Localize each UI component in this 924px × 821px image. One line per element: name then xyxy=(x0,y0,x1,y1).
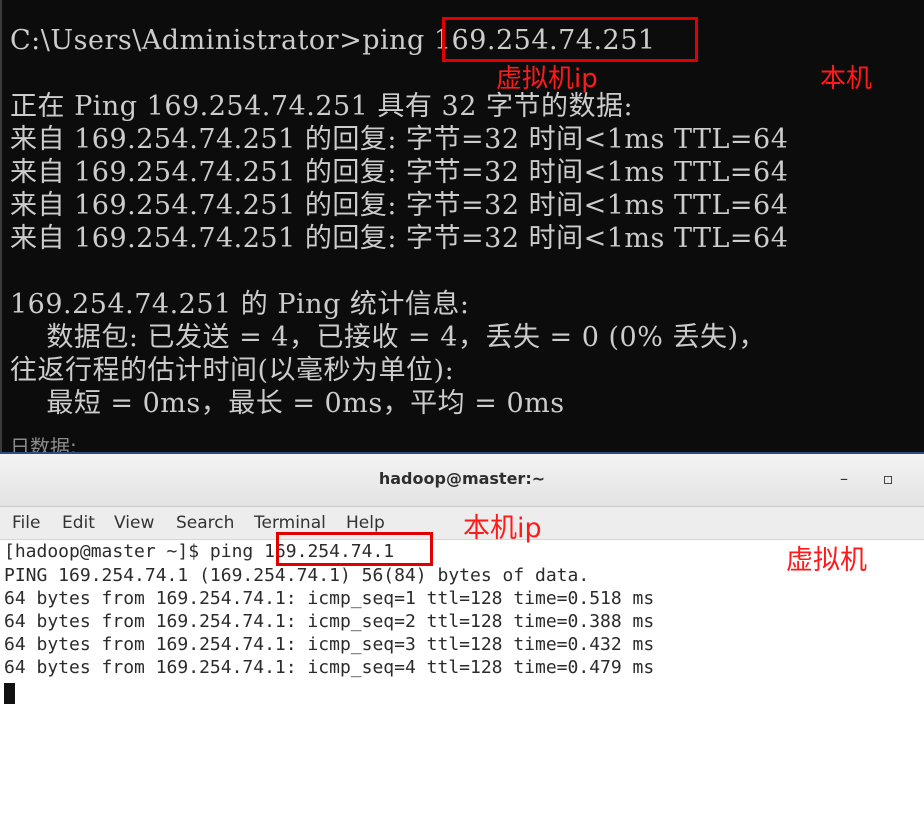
cmd-output-line: 来自 169.254.74.251 的回复: 字节=32 时间<1ms TTL=… xyxy=(10,124,789,155)
terminal-output-line: PING 169.254.74.1 (169.254.74.1) 56(84) … xyxy=(4,565,590,586)
cmd-output-line: 最短 = 0ms，最长 = 0ms，平均 = 0ms xyxy=(10,388,565,419)
annotation-vm-ip: 虚拟机ip xyxy=(496,64,598,94)
terminal-cursor xyxy=(4,683,15,704)
terminal-output-line: 64 bytes from 169.254.74.1: icmp_seq=2 t… xyxy=(4,611,655,632)
menu-edit[interactable]: Edit xyxy=(62,513,95,533)
cmd-prompt: C:\Users\Administrator>ping xyxy=(10,25,434,56)
cmd-output-line: 169.254.74.251 的 Ping 统计信息: xyxy=(10,289,470,320)
terminal-prompt: [hadoop@master ~]$ ping xyxy=(4,541,265,562)
menubar: File Edit View Search Terminal Help xyxy=(0,507,924,540)
annotation-vm: 虚拟机 xyxy=(786,545,867,576)
window-title: hadoop@master:~ xyxy=(378,469,546,488)
cmd-output-line: 往返行程的估计时间(以毫秒为单位): xyxy=(10,355,455,386)
menu-terminal[interactable]: Terminal xyxy=(254,513,326,533)
annotation-host: 本机 xyxy=(820,64,873,94)
menu-file[interactable]: File xyxy=(12,513,40,533)
terminal-output-line: 64 bytes from 169.254.74.1: icmp_seq=4 t… xyxy=(4,657,655,678)
maximize-icon[interactable]: ▫ xyxy=(877,468,899,490)
linux-terminal-window[interactable]: hadoop@master:~ – ▫ File Edit View Searc… xyxy=(0,452,924,821)
annotation-host-ip: 本机ip xyxy=(463,513,542,544)
terminal-titlebar[interactable]: hadoop@master:~ – ▫ xyxy=(0,454,924,507)
cmd-output-line: 来自 169.254.74.251 的回复: 字节=32 时间<1ms TTL=… xyxy=(10,157,789,188)
menu-search[interactable]: Search xyxy=(176,513,234,533)
window-edge xyxy=(0,0,2,458)
highlight-box-host-ip xyxy=(276,532,433,566)
terminal-output-line: 64 bytes from 169.254.74.1: icmp_seq=1 t… xyxy=(4,588,655,609)
cmd-output-line: 数据包: 已发送 = 4，已接收 = 4，丢失 = 0 (0% 丢失)， xyxy=(10,322,766,353)
highlight-box-vm-ip xyxy=(442,17,698,62)
windows-cmd-window[interactable]: C:\Users\Administrator>ping 169.254.74.2… xyxy=(0,0,924,458)
menu-view[interactable]: View xyxy=(114,513,154,533)
menu-help[interactable]: Help xyxy=(346,513,385,533)
minimize-icon[interactable]: – xyxy=(833,468,855,490)
cmd-output-line: 来自 169.254.74.251 的回复: 字节=32 时间<1ms TTL=… xyxy=(10,190,789,221)
cmd-output-line: 来自 169.254.74.251 的回复: 字节=32 时间<1ms TTL=… xyxy=(10,223,789,254)
terminal-output-line: 64 bytes from 169.254.74.1: icmp_seq=3 t… xyxy=(4,634,655,655)
